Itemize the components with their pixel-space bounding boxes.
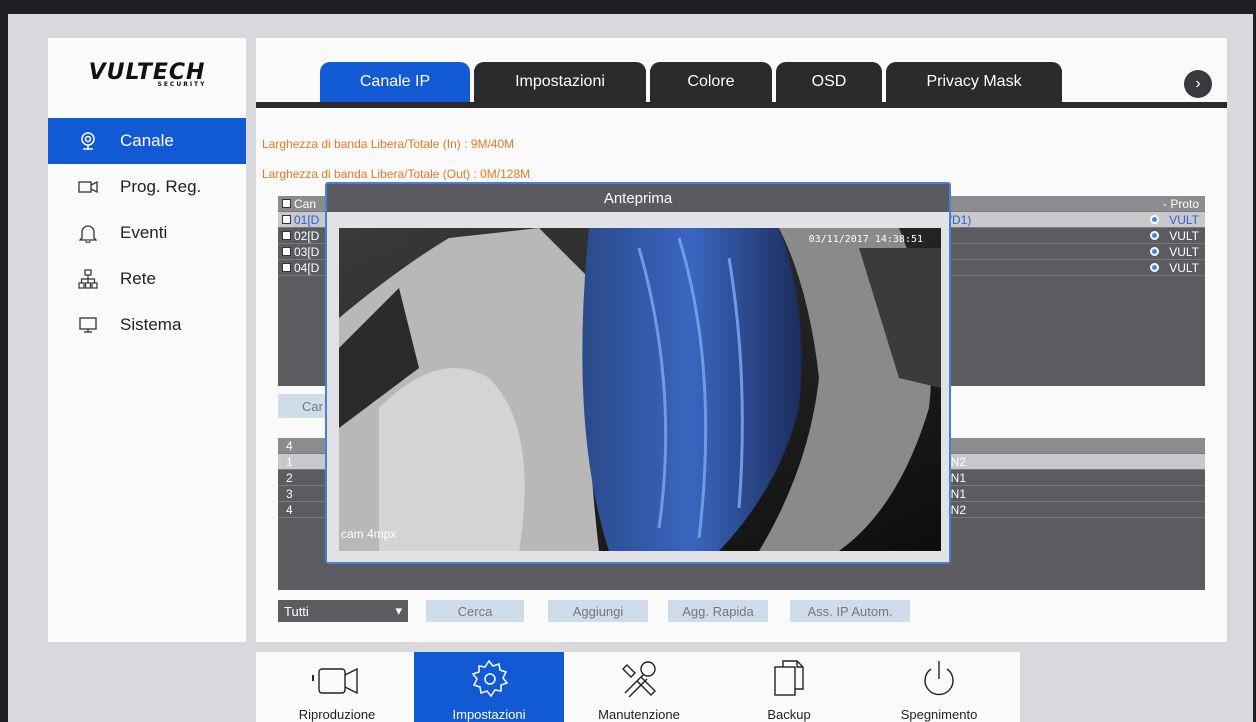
logo-subtext: SECURITY	[157, 81, 207, 88]
select-all-checkbox[interactable]	[282, 199, 291, 208]
edit-icon[interactable]	[1150, 263, 1160, 272]
bottom-item-spegnimento[interactable]: Spegnimento	[864, 652, 1014, 722]
preview-dialog: Anteprima 03/11/2017 14:38:51 cam 4mpx	[325, 182, 951, 564]
dialog-title: Anteprima	[327, 184, 949, 212]
sidebar-item-label: Sistema	[120, 315, 182, 334]
sidebar: VULTECH SECURITY Canale Prog. Reg. Event…	[48, 38, 246, 642]
row-number: 1	[286, 454, 293, 469]
add-button[interactable]: Aggiungi	[548, 600, 648, 622]
channel-cell: 02[D	[294, 228, 320, 243]
bottom-bar: Riproduzione Impostazioni Manutenzione B…	[256, 652, 1020, 722]
bell-icon	[78, 223, 98, 243]
sidebar-item-label: Prog. Reg.	[120, 177, 202, 196]
video-camera-icon	[312, 667, 358, 695]
gear-icon	[471, 659, 509, 698]
bandwidth-in: Larghezza di banda Libera/Totale (In) : …	[262, 137, 515, 151]
row-number: 2	[286, 470, 293, 485]
bottom-item-manutenzione[interactable]: Manutenzione	[564, 652, 714, 722]
tab-bar: Canale IP Impostazioni Colore OSD Privac…	[256, 38, 1227, 102]
video-camera-icon	[78, 177, 98, 197]
next-tab-button[interactable]: ›	[1184, 70, 1212, 98]
bottom-item-label: Manutenzione	[598, 707, 680, 722]
sidebar-item-label: Canale	[120, 131, 174, 150]
bottom-item-label: Impostazioni	[452, 707, 526, 722]
tab-underline	[256, 102, 1227, 108]
bottom-item-label: Spegnimento	[900, 707, 978, 722]
channel-cell: 04[D	[294, 260, 320, 275]
vultech-logo: VULTECH SECURITY	[48, 38, 246, 110]
row-number: 4	[286, 502, 293, 517]
header-cell-proto: - Proto	[1162, 196, 1199, 211]
header-cell: 4	[286, 438, 293, 453]
row-checkbox[interactable]	[282, 215, 291, 224]
monitor-icon	[78, 315, 98, 335]
protocol-cell: VULT	[1169, 260, 1199, 275]
documents-icon	[774, 660, 804, 696]
row-checkbox[interactable]	[282, 247, 291, 256]
header-cell: Can	[294, 196, 317, 211]
channel-cell: 01[D	[294, 212, 320, 227]
sidebar-item-eventi[interactable]: Eventi	[48, 210, 246, 256]
search-button[interactable]: Cerca	[426, 600, 524, 622]
row-number: 3	[286, 486, 293, 501]
quick-add-button[interactable]: Agg. Rapida	[668, 600, 768, 622]
power-icon	[924, 661, 954, 696]
camera-preview: 03/11/2017 14:38:51 cam 4mpx	[339, 228, 941, 551]
tools-icon	[622, 661, 656, 698]
tab-impostazioni[interactable]: Impostazioni	[474, 62, 646, 102]
filter-value: Tutti	[284, 603, 309, 619]
network-icon	[78, 269, 98, 289]
bottom-item-impostazioni[interactable]: Impostazioni	[414, 652, 564, 722]
sidebar-item-label: Rete	[120, 269, 156, 288]
camera-image	[339, 228, 941, 551]
tab-colore[interactable]: Colore	[650, 62, 772, 102]
auto-ip-button[interactable]: Ass. IP Autom.	[790, 600, 910, 622]
bandwidth-out: Larghezza di banda Libera/Totale (Out) :…	[262, 167, 531, 181]
sidebar-item-label: Eventi	[120, 223, 168, 242]
row-checkbox[interactable]	[282, 231, 291, 240]
edit-icon[interactable]	[1150, 231, 1160, 240]
filter-select[interactable]: Tutti ▾	[278, 600, 408, 622]
channel-cell: 03[D	[294, 244, 320, 259]
protocol-cell: VULT	[1169, 228, 1199, 243]
edit-icon[interactable]	[1150, 215, 1160, 224]
tab-canale-ip[interactable]: Canale IP	[320, 62, 470, 102]
sidebar-item-canale[interactable]: Canale	[48, 118, 246, 164]
sidebar-item-prog-reg[interactable]: Prog. Reg.	[48, 164, 246, 210]
sidebar-item-sistema[interactable]: Sistema	[48, 302, 246, 348]
bottom-item-backup[interactable]: Backup	[714, 652, 864, 722]
chevron-down-icon: ▾	[395, 603, 402, 618]
edit-icon[interactable]	[1150, 247, 1160, 256]
sidebar-item-rete[interactable]: Rete	[48, 256, 246, 302]
bottom-item-label: Riproduzione	[298, 707, 376, 722]
row-checkbox[interactable]	[282, 263, 291, 272]
bottom-item-riproduzione[interactable]: Riproduzione	[262, 652, 412, 722]
timestamp-overlay: 03/11/2017 14:38:51	[808, 234, 923, 245]
protocol-cell: VULT	[1169, 244, 1199, 259]
camera-name-overlay: cam 4mpx	[341, 527, 397, 541]
chevron-right-icon: ›	[1195, 75, 1201, 92]
bottom-item-label: Backup	[767, 707, 811, 722]
protocol-cell: VULT	[1169, 212, 1199, 227]
tab-osd[interactable]: OSD	[776, 62, 882, 102]
tab-privacy-mask[interactable]: Privacy Mask	[886, 62, 1062, 102]
webcam-icon	[78, 131, 98, 151]
